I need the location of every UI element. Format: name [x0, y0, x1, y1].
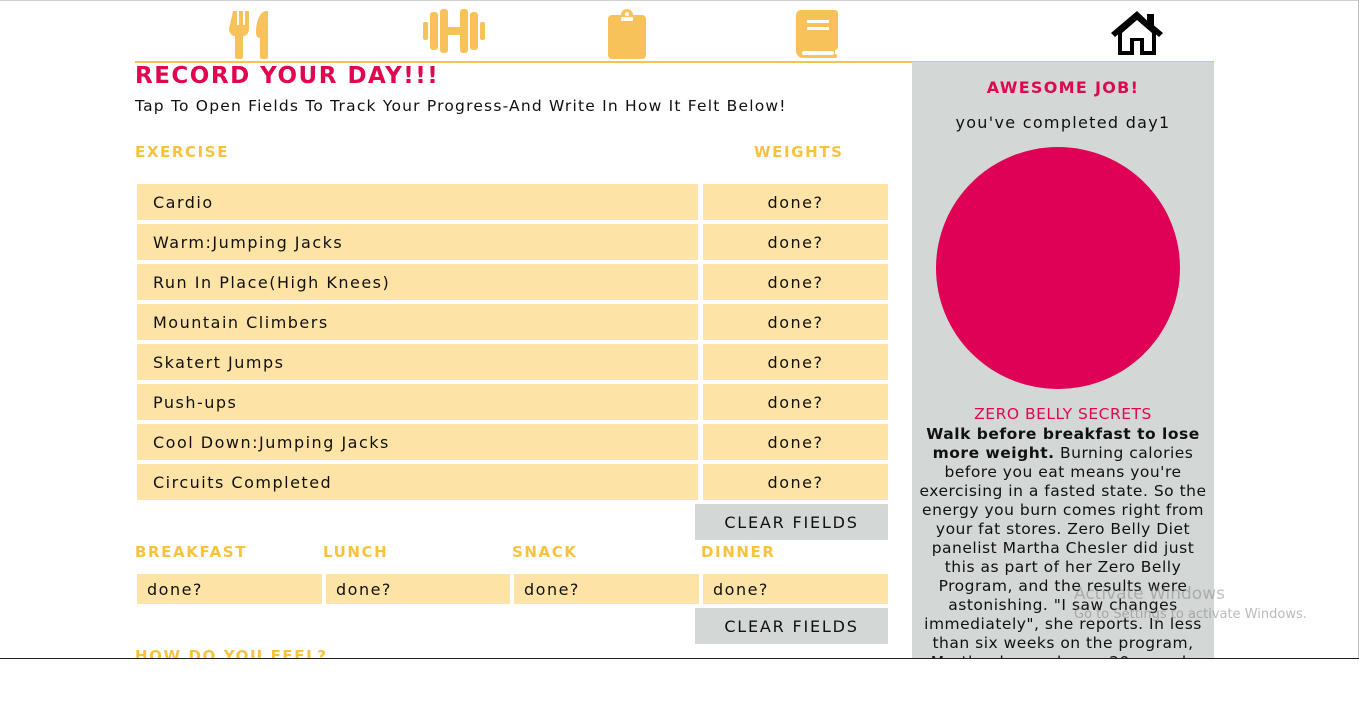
- weights-field[interactable]: done?: [703, 184, 888, 220]
- lunch-header: LUNCH: [323, 543, 389, 561]
- exercise-field[interactable]: Push-ups: [137, 384, 698, 420]
- progress-circle: [936, 147, 1180, 389]
- exercise-field[interactable]: Cardio: [137, 184, 698, 220]
- home-icon: [1111, 11, 1163, 55]
- panel-title: AWESOME JOB!: [986, 78, 1140, 97]
- exercise-row: Mountain Climbers done?: [137, 304, 888, 340]
- clear-exercise-button[interactable]: CLEAR FIELDS: [695, 504, 888, 540]
- top-nav: [135, 1, 1214, 63]
- book-icon: [796, 10, 838, 58]
- day-complete-text: you've completed day1: [955, 113, 1171, 132]
- exercise-row: Run In Place(High Knees) done?: [137, 264, 888, 300]
- tip-title: ZERO BELLY SECRETS: [974, 405, 1152, 423]
- exercise-row: Cardio done?: [137, 184, 888, 220]
- weights-field[interactable]: done?: [703, 424, 888, 460]
- weights-field[interactable]: done?: [703, 344, 888, 380]
- exercise-row: Warm:Jumping Jacks done?: [137, 224, 888, 260]
- utensils-icon: [229, 11, 268, 59]
- snack-header: SNACK: [512, 543, 578, 561]
- dinner-header: DINNER: [701, 543, 776, 561]
- exercise-field[interactable]: Warm:Jumping Jacks: [137, 224, 698, 260]
- dumbbell-icon: [423, 9, 485, 53]
- viewport-divider: [0, 658, 1359, 659]
- exercise-row: Cool Down:Jumping Jacks done?: [137, 424, 888, 460]
- exercise-header: EXERCISE: [135, 143, 230, 161]
- exercise-field[interactable]: Cool Down:Jumping Jacks: [137, 424, 698, 460]
- nav-workout[interactable]: [423, 9, 485, 61]
- activate-windows-text: Go to Settings to activate Windows.: [1074, 607, 1307, 622]
- snack-field[interactable]: done?: [514, 574, 699, 604]
- weights-field[interactable]: done?: [703, 304, 888, 340]
- nav-meals[interactable]: [225, 9, 277, 61]
- clipboard-icon: [608, 9, 646, 59]
- tip-text: Burning calories before you eat means yo…: [919, 444, 1207, 659]
- clear-meals-button[interactable]: CLEAR FIELDS: [695, 608, 888, 644]
- exercise-field[interactable]: Skatert Jumps: [137, 344, 698, 380]
- weights-field[interactable]: done?: [703, 224, 888, 260]
- nav-home[interactable]: [1107, 9, 1167, 61]
- nav-journal[interactable]: [791, 9, 843, 61]
- page-title: RECORD YOUR DAY!!!: [135, 63, 440, 89]
- exercise-row: Skatert Jumps done?: [137, 344, 888, 380]
- lunch-field[interactable]: done?: [326, 574, 510, 604]
- record-day-section: RECORD YOUR DAY!!! Tap To Open Fields To…: [135, 63, 895, 659]
- progress-panel: AWESOME JOB! you've completed day1 ZERO …: [912, 62, 1214, 659]
- exercise-field[interactable]: Mountain Climbers: [137, 304, 698, 340]
- weights-field[interactable]: done?: [703, 384, 888, 420]
- dinner-field[interactable]: done?: [703, 574, 888, 604]
- weights-header: WEIGHTS: [754, 143, 844, 161]
- page-subtitle: Tap To Open Fields To Track Your Progres…: [135, 97, 787, 115]
- breakfast-field[interactable]: done?: [137, 574, 322, 604]
- activate-windows-title: Activate Windows: [1074, 584, 1225, 604]
- app-frame: RECORD YOUR DAY!!! Tap To Open Fields To…: [0, 0, 1359, 659]
- tip-body: Walk before breakfast to lose more weigh…: [916, 425, 1210, 659]
- exercise-row: Circuits Completed done?: [137, 464, 888, 500]
- exercise-field[interactable]: Run In Place(High Knees): [137, 264, 698, 300]
- weights-field[interactable]: done?: [703, 264, 888, 300]
- breakfast-header: BREAKFAST: [135, 543, 248, 561]
- nav-log[interactable]: [601, 9, 653, 61]
- exercise-row: Push-ups done?: [137, 384, 888, 420]
- weights-field[interactable]: done?: [703, 464, 888, 500]
- exercise-field[interactable]: Circuits Completed: [137, 464, 698, 500]
